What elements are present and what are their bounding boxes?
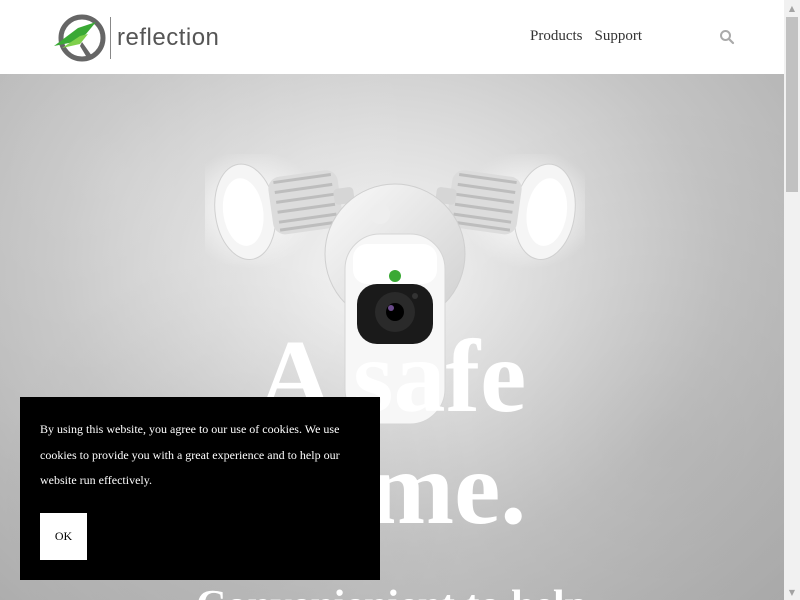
hero-subline: Convenienient to help bbox=[0, 582, 784, 600]
search-icon[interactable] bbox=[719, 29, 735, 45]
cookie-ok-button[interactable]: OK bbox=[40, 513, 87, 560]
cookie-message: By using this website, you agree to our … bbox=[40, 422, 340, 487]
scrollbar-thumb[interactable] bbox=[786, 17, 798, 192]
scroll-up-arrow-icon[interactable]: ▲ bbox=[784, 0, 800, 16]
logo-link[interactable]: reflection bbox=[52, 12, 222, 64]
nav-support[interactable]: Support bbox=[595, 28, 643, 45]
reflection-logo-icon bbox=[54, 14, 106, 62]
page-scrollbar[interactable]: ▲ ▼ bbox=[784, 0, 800, 600]
main-nav: Products Support bbox=[530, 28, 642, 45]
scroll-down-arrow-icon[interactable]: ▼ bbox=[784, 584, 800, 600]
nav-products[interactable]: Products bbox=[530, 28, 583, 45]
cookie-consent-banner: By using this website, you agree to our … bbox=[20, 397, 380, 580]
logo-wordmark: reflection bbox=[117, 24, 220, 51]
site-header: reflection Products Support bbox=[0, 0, 784, 74]
logo-separator bbox=[110, 17, 111, 59]
